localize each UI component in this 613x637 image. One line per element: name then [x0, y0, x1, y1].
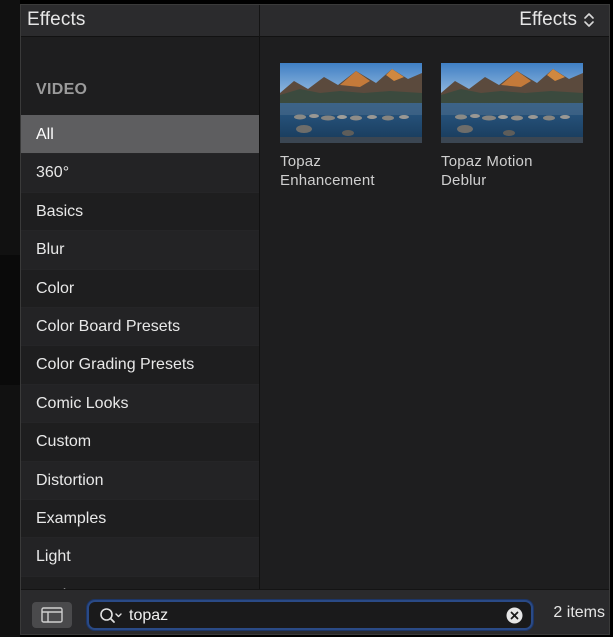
left-edge-band [0, 255, 20, 385]
effect-tile-topaz-enhancement[interactable]: Topaz Enhancement [280, 63, 422, 190]
category-list: All 360° Basics Blur Color Color Board P… [21, 115, 259, 589]
search-input[interactable] [127, 603, 501, 629]
category-item-distortion[interactable]: Distortion [21, 460, 259, 499]
effect-tile-label: Topaz Motion Deblur [441, 152, 583, 190]
effects-panel: Effects Effects VIDEO All 360° Basics Bl… [20, 4, 610, 635]
effects-browser-label: Effects [519, 9, 577, 30]
effects-grid: Topaz Enhancement Topaz Motion Deblur [260, 37, 609, 589]
category-item-color-grading-presets[interactable]: Color Grading Presets [21, 345, 259, 384]
header-divider [259, 5, 260, 37]
sidebar-layout-icon [41, 607, 63, 623]
category-item-custom[interactable]: Custom [21, 422, 259, 461]
category-item-blur[interactable]: Blur [21, 230, 259, 269]
category-item-examples[interactable]: Examples [21, 498, 259, 538]
sidebar-toggle-button[interactable] [32, 602, 72, 628]
panel-header: Effects Effects [21, 5, 609, 37]
category-item-basics[interactable]: Basics [21, 191, 259, 231]
panel-title: Effects [27, 9, 86, 30]
app-window: Effects Effects VIDEO All 360° Basics Bl… [0, 0, 613, 637]
panel-footer: 2 items [21, 589, 609, 634]
left-edge-strip [0, 0, 20, 637]
updown-chevron-icon [584, 13, 594, 27]
effect-tile-topaz-motion-deblur[interactable]: Topaz Motion Deblur [441, 63, 583, 190]
search-field[interactable] [87, 600, 533, 630]
section-label-video: VIDEO [36, 81, 88, 98]
mountain-lake-thumbnail-icon [280, 63, 422, 143]
effect-tile-label-line2: Enhancement [280, 172, 375, 189]
category-item-comic-looks[interactable]: Comic Looks [21, 383, 259, 423]
category-item-color[interactable]: Color [21, 268, 259, 307]
effects-browser-selector[interactable]: Effects [519, 9, 595, 31]
category-item-light[interactable]: Light [21, 537, 259, 576]
effect-tile-label-line2: Deblur [441, 172, 487, 189]
item-count: 2 items [553, 604, 605, 621]
effect-tile-label-line1: Topaz Motion [441, 153, 533, 170]
search-icon[interactable] [99, 607, 125, 625]
effect-tile-label-line1: Topaz [280, 153, 322, 170]
mountain-lake-thumbnail-icon [441, 63, 583, 143]
category-item-color-board-presets[interactable]: Color Board Presets [21, 306, 259, 346]
effect-tile-label: Topaz Enhancement [280, 152, 422, 190]
category-item-all[interactable]: All [21, 115, 259, 154]
clear-search-icon[interactable] [506, 607, 523, 624]
category-item-360[interactable]: 360° [21, 153, 259, 192]
category-item-looks[interactable]: Looks [21, 575, 259, 589]
category-sidebar: VIDEO All 360° Basics Blur Color Color B… [21, 37, 260, 589]
